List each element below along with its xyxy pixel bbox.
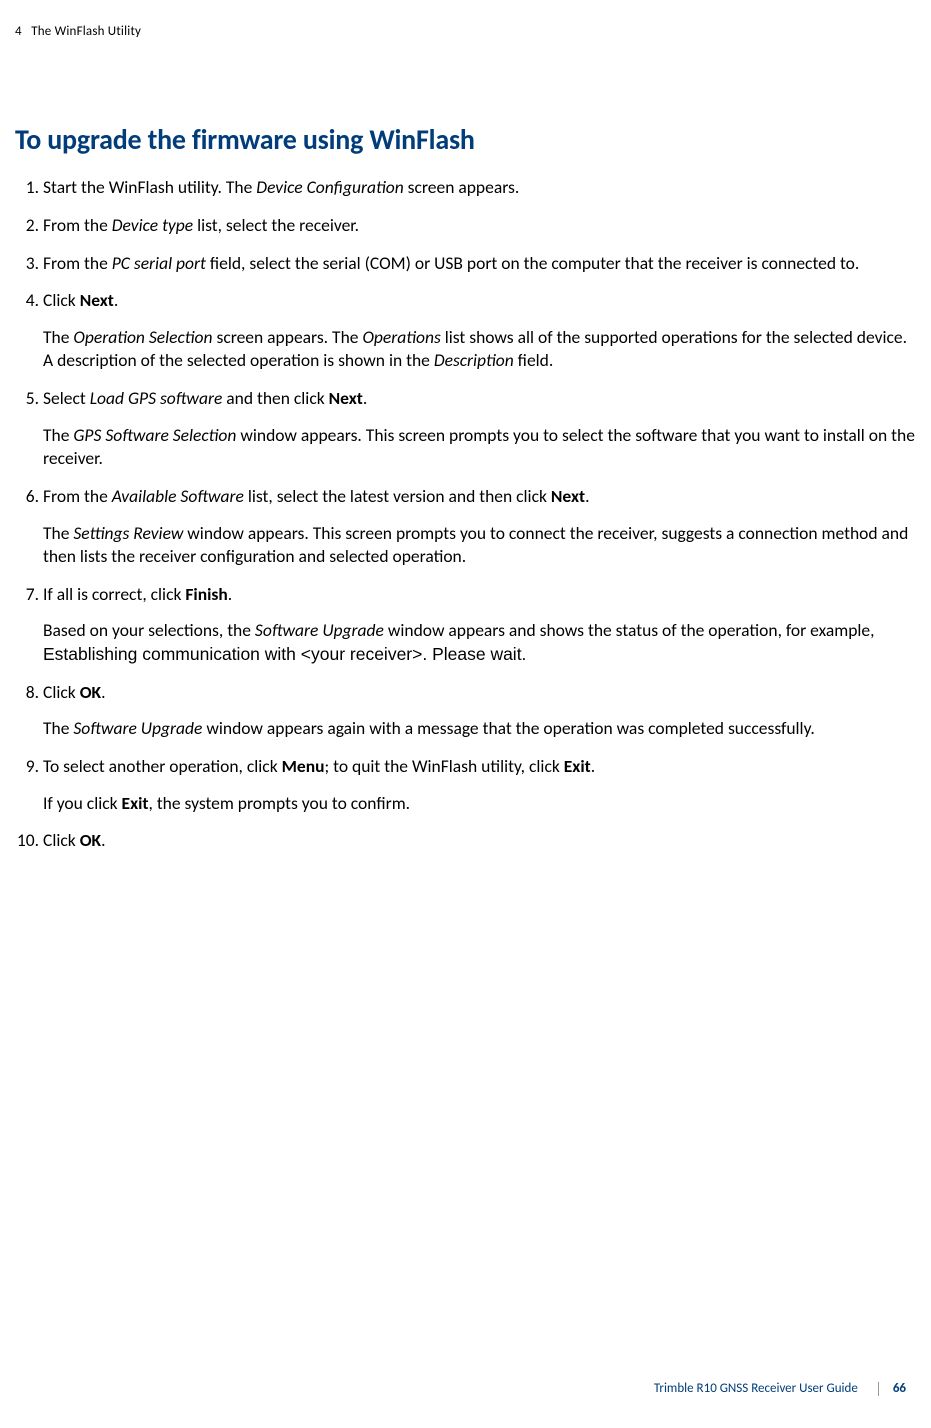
step-text: The GPS Software Selection window appear… <box>43 424 916 471</box>
chapter-number: 4 <box>15 24 22 39</box>
step-4: Click Next. The Operation Selection scre… <box>43 289 916 373</box>
footer-page-number: 66 <box>893 1381 906 1396</box>
page-footer: Trimble R10 GNSS Receiver User Guide 66 <box>654 1380 906 1398</box>
step-3: From the PC serial port field, select th… <box>43 252 916 276</box>
step-text: From the Available Software list, select… <box>43 485 916 509</box>
step-1: Start the WinFlash utility. The Device C… <box>43 176 916 200</box>
step-text: Click OK. <box>43 681 916 705</box>
chapter-header: 4 The WinFlash Utility <box>15 23 916 41</box>
step-text: From the Device type list, select the re… <box>43 214 916 238</box>
step-text: Click Next. <box>43 289 916 313</box>
step-text: The Software Upgrade window appears agai… <box>43 717 916 741</box>
step-7: If all is correct, click Finish. Based o… <box>43 583 916 667</box>
step-10: Click OK. <box>43 829 916 853</box>
step-text: From the PC serial port field, select th… <box>43 252 916 276</box>
step-9: To select another operation, click Menu;… <box>43 755 916 815</box>
step-text: If you click Exit, the system prompts yo… <box>43 792 916 816</box>
step-text: Based on your selections, the Software U… <box>43 619 916 666</box>
page-title: To upgrade the firmware using WinFlash <box>15 121 916 159</box>
step-text: Start the WinFlash utility. The Device C… <box>43 176 916 200</box>
step-text: Select Load GPS software and then click … <box>43 387 916 411</box>
footer-divider <box>878 1382 879 1396</box>
step-text: If all is correct, click Finish. <box>43 583 916 607</box>
step-8: Click OK. The Software Upgrade window ap… <box>43 681 916 741</box>
step-text: The Settings Review window appears. This… <box>43 522 916 569</box>
step-text: To select another operation, click Menu;… <box>43 755 916 779</box>
footer-guide-name: Trimble R10 GNSS Receiver User Guide <box>654 1381 858 1396</box>
step-5: Select Load GPS software and then click … <box>43 387 916 471</box>
chapter-title: The WinFlash Utility <box>31 24 141 39</box>
step-2: From the Device type list, select the re… <box>43 214 916 238</box>
step-6: From the Available Software list, select… <box>43 485 916 569</box>
step-text: Click OK. <box>43 829 916 853</box>
step-text: The Operation Selection screen appears. … <box>43 326 916 373</box>
steps-list: Start the WinFlash utility. The Device C… <box>15 176 916 853</box>
